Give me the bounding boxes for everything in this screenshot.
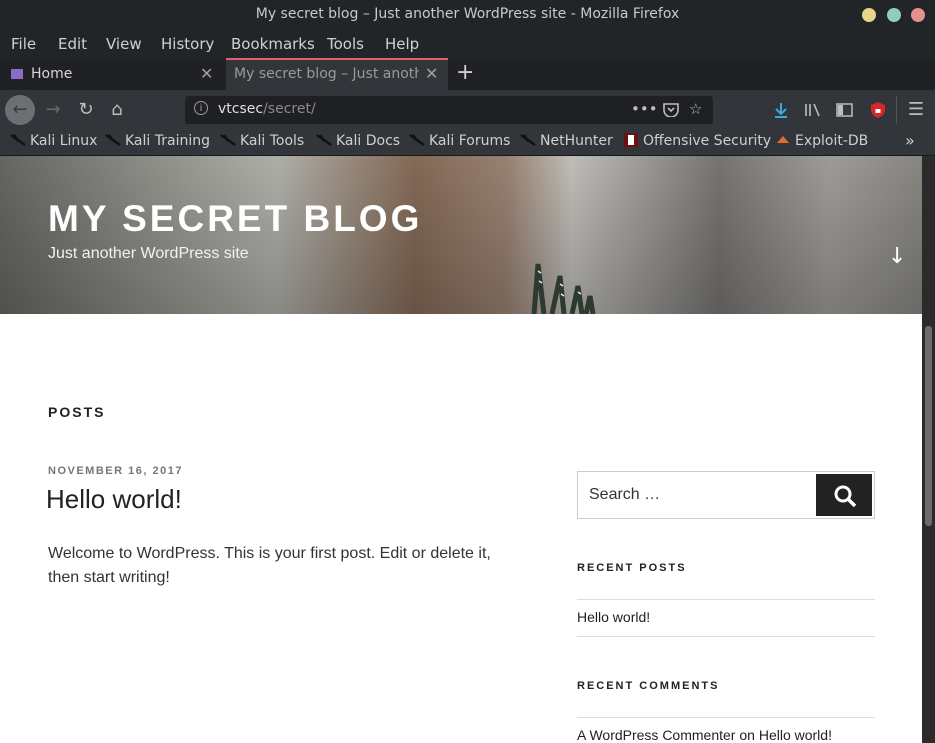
bookmark-label: Kali Linux [30, 133, 98, 149]
url-path: /secret/ [263, 101, 316, 117]
firefox-window: My secret blog – Just another WordPress … [0, 0, 935, 743]
recent-post-link[interactable]: Hello world! [577, 609, 650, 625]
url-bar[interactable]: i vtcsec/secret/ ••• ☆ [185, 96, 713, 124]
divider [577, 599, 875, 600]
kali-dragon-icon [10, 133, 26, 147]
tab-home[interactable]: Home ✕ [0, 58, 224, 90]
url-text: vtcsec/secret/ [218, 101, 316, 117]
recent-posts-heading: RECENT POSTS [577, 562, 687, 574]
new-tab-button[interactable]: + [456, 60, 474, 85]
menu-help[interactable]: Help [385, 35, 419, 53]
posts-heading: POSTS [48, 404, 106, 420]
post-excerpt: Welcome to WordPress. This is your first… [48, 545, 491, 586]
kali-dragon-icon [520, 133, 536, 147]
tab-home-label: Home [31, 66, 73, 82]
bookmark-label: Exploit-DB [795, 133, 869, 149]
comment-author-link[interactable]: A WordPress Commenter [577, 727, 735, 743]
post-date[interactable]: NOVEMBER 16, 2017 [48, 465, 183, 477]
bookmark-kali-training[interactable]: Kali Training [105, 133, 210, 149]
back-button[interactable]: ← [5, 95, 35, 125]
bookmark-label: Kali Forums [429, 133, 511, 149]
site-header: MY SECRET BLOG Just another WordPress si… [0, 156, 922, 314]
scroll-down-arrow-icon[interactable]: ↓ [888, 244, 906, 269]
search-button[interactable] [816, 474, 872, 516]
forward-button[interactable]: → [38, 95, 68, 125]
web-page: MY SECRET BLOG Just another WordPress si… [0, 156, 922, 743]
menu-bookmarks[interactable]: Bookmarks [231, 35, 315, 53]
recent-comments-heading: RECENT COMMENTS [577, 680, 720, 692]
comment-on-text: on [739, 727, 755, 743]
title-bar: My secret blog – Just another WordPress … [0, 0, 935, 30]
info-icon[interactable]: i [194, 101, 208, 115]
home-button[interactable]: ⌂ [102, 95, 132, 125]
search-icon [834, 485, 857, 508]
menu-tools[interactable]: Tools [327, 35, 364, 53]
download-icon[interactable] [772, 101, 790, 119]
bookmark-kali-docs[interactable]: Kali Docs [316, 133, 400, 149]
bookmark-nethunter[interactable]: NetHunter [520, 133, 613, 149]
divider [577, 717, 875, 718]
minimize-button[interactable] [862, 8, 876, 22]
pocket-icon[interactable] [663, 103, 679, 117]
kali-dragon-icon [220, 133, 236, 147]
offsec-icon [624, 133, 638, 147]
close-tab-icon[interactable]: ✕ [425, 64, 438, 83]
bookmark-kali-linux[interactable]: Kali Linux [10, 133, 97, 149]
bookmarks-bar: Kali Linux Kali Training Kali Tools Kali… [0, 130, 935, 156]
kali-dragon-icon [316, 133, 332, 147]
bookmarks-overflow-icon[interactable]: » [905, 131, 915, 150]
menu-edit[interactable]: Edit [58, 35, 87, 53]
bookmark-kali-forums[interactable]: Kali Forums [409, 133, 510, 149]
url-host: vtcsec [218, 101, 264, 117]
bookmark-label: Kali Docs [336, 133, 401, 149]
menu-bar: File Edit View History Bookmarks Tools H… [0, 30, 935, 58]
plant-image [531, 263, 596, 314]
bookmark-kali-tools[interactable]: Kali Tools [220, 133, 304, 149]
site-tagline: Just another WordPress site [48, 245, 249, 262]
exploit-db-icon [777, 136, 789, 143]
page-icon [11, 69, 23, 79]
bookmark-label: Offensive Security [643, 133, 772, 149]
divider [577, 636, 875, 637]
navigation-bar: ← → ↻ ⌂ i vtcsec/secret/ ••• ☆ ☰ [0, 90, 935, 130]
bookmark-star-icon[interactable]: ☆ [689, 100, 702, 118]
bookmark-offensive-security[interactable]: Offensive Security [623, 133, 771, 149]
toolbar-divider [896, 96, 897, 124]
bookmark-label: Kali Tools [240, 133, 305, 149]
close-tab-icon[interactable]: ✕ [200, 64, 213, 83]
post-title[interactable]: Hello world! [46, 484, 182, 515]
shield-icon[interactable] [869, 101, 887, 119]
tab-secret-blog[interactable]: My secret blog – Just anothe ✕ [226, 58, 448, 90]
site-title[interactable]: MY SECRET BLOG [48, 198, 422, 240]
menu-history[interactable]: History [161, 35, 214, 53]
tab-secret-blog-label: My secret blog – Just anothe [234, 66, 419, 82]
menu-view[interactable]: View [106, 35, 142, 53]
bookmark-exploit-db[interactable]: Exploit-DB [775, 133, 868, 149]
menu-file[interactable]: File [11, 35, 36, 53]
recent-comment: A WordPress Commenter on Hello world! [577, 727, 832, 743]
page-scrollbar[interactable] [922, 156, 935, 743]
scrollbar-thumb[interactable] [925, 326, 932, 526]
reload-button[interactable]: ↻ [71, 95, 101, 125]
bookmark-label: NetHunter [540, 133, 613, 149]
close-window-button[interactable] [911, 8, 925, 22]
sidebar-icon[interactable] [836, 102, 854, 118]
search-form: Search … [577, 471, 875, 519]
kali-dragon-icon [105, 133, 121, 147]
kali-dragon-icon [409, 133, 425, 147]
bookmark-label: Kali Training [125, 133, 210, 149]
window-title: My secret blog – Just another WordPress … [255, 6, 680, 22]
page-actions-icon[interactable]: ••• [631, 100, 658, 118]
comment-post-link[interactable]: Hello world! [759, 727, 832, 743]
menu-hamburger-icon[interactable]: ☰ [901, 95, 931, 125]
maximize-button[interactable] [887, 8, 901, 22]
library-icon[interactable] [804, 102, 822, 118]
search-input[interactable]: Search … [589, 486, 660, 504]
